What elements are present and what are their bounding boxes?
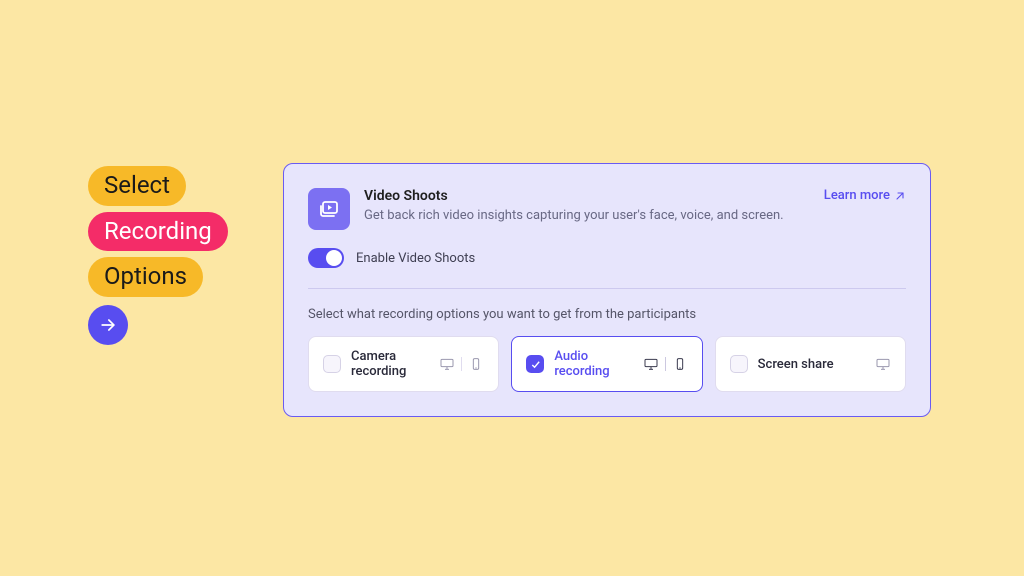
video-shoots-card: Video Shoots Get back rich video insight… xyxy=(283,163,931,417)
external-link-icon xyxy=(894,190,906,202)
pill-options: Options xyxy=(88,257,203,297)
check-icon xyxy=(530,359,541,370)
device-icons xyxy=(643,357,688,371)
mobile-icon xyxy=(672,357,688,371)
device-icons xyxy=(439,357,484,371)
card-title: Video Shoots xyxy=(364,188,784,204)
learn-more-label: Learn more xyxy=(824,188,890,203)
option-screen-share[interactable]: Screen share xyxy=(715,336,906,392)
option-label: Screen share xyxy=(758,357,865,372)
mobile-icon xyxy=(468,357,484,371)
header-text: Video Shoots Get back rich video insight… xyxy=(364,188,784,223)
option-label: Camera recording xyxy=(351,349,429,379)
recording-options-label: Select what recording options you want t… xyxy=(308,307,906,322)
enable-video-shoots-toggle[interactable] xyxy=(308,248,344,268)
desktop-icon xyxy=(643,357,659,371)
enable-toggle-row: Enable Video Shoots xyxy=(308,248,906,268)
card-description: Get back rich video insights capturing y… xyxy=(364,208,784,223)
learn-more-link[interactable]: Learn more xyxy=(824,188,906,203)
checkbox-screen[interactable] xyxy=(730,355,748,373)
pill-select: Select xyxy=(88,166,186,206)
desktop-icon xyxy=(875,357,891,371)
option-label: Audio recording xyxy=(554,349,632,379)
divider xyxy=(308,288,906,289)
option-audio-recording[interactable]: Audio recording xyxy=(511,336,702,392)
decorative-pills: Select Recording Options xyxy=(88,166,228,345)
enable-toggle-label: Enable Video Shoots xyxy=(356,251,475,266)
recording-options-row: Camera recording Audio recording Screen … xyxy=(308,336,906,392)
checkbox-audio[interactable] xyxy=(526,355,544,373)
card-header: Video Shoots Get back rich video insight… xyxy=(308,188,906,230)
option-camera-recording[interactable]: Camera recording xyxy=(308,336,499,392)
desktop-icon xyxy=(439,357,455,371)
arrow-circle-icon xyxy=(88,305,128,345)
checkbox-camera[interactable] xyxy=(323,355,341,373)
device-icons xyxy=(875,357,891,371)
video-shoots-icon xyxy=(308,188,350,230)
pill-recording: Recording xyxy=(88,212,228,252)
